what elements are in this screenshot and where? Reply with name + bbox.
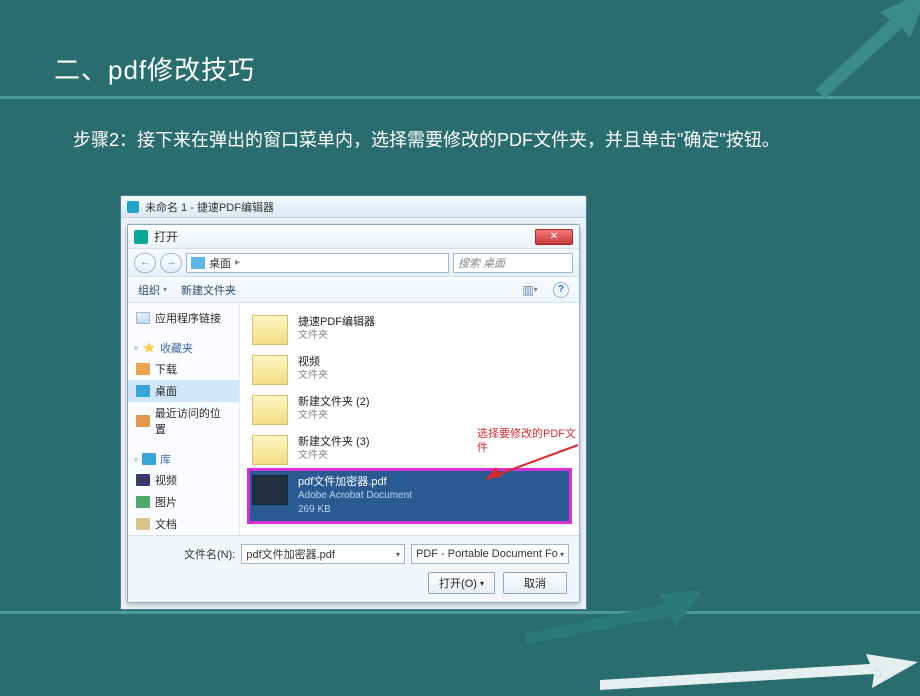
nav-group-library[interactable]: ▿库 bbox=[128, 446, 239, 469]
decor-arrow-top-right bbox=[810, 0, 920, 100]
nav-item-desktop[interactable]: 桌面 bbox=[128, 380, 239, 402]
help-icon: ? bbox=[558, 284, 564, 295]
slide-body-text: 步骤2：接下来在弹出的窗口菜单内，选择需要修改的PDF文件夹，并且单击"确定"按… bbox=[73, 126, 847, 154]
app-titlebar[interactable]: 未命名 1 - 捷速PDF编辑器 bbox=[121, 196, 586, 218]
dialog-icon bbox=[134, 230, 148, 244]
search-input[interactable]: 搜索 桌面 bbox=[453, 253, 573, 273]
open-button[interactable]: 打开(O) ▾ bbox=[428, 572, 495, 594]
arrow-right-icon: → bbox=[166, 257, 176, 268]
cancel-button[interactable]: 取消 bbox=[503, 572, 567, 594]
close-icon: ✕ bbox=[550, 231, 558, 242]
chevron-right-icon: ▸ bbox=[235, 257, 240, 268]
nav-item-recent[interactable]: 最近访问的位置 bbox=[128, 402, 239, 440]
download-icon bbox=[136, 363, 150, 375]
folder-icon bbox=[252, 355, 288, 385]
help-button[interactable]: ? bbox=[553, 282, 569, 298]
nav-item-video[interactable]: 视频 bbox=[128, 469, 239, 491]
callout-text: 选择要修改的PDF文件 bbox=[477, 427, 579, 455]
desktop-icon bbox=[136, 385, 150, 397]
filename-combo[interactable]: pdf文件加密器.pdf▾ bbox=[241, 544, 405, 564]
nav-back-button[interactable]: ← bbox=[134, 253, 156, 273]
caret-down-icon: ▾ bbox=[480, 579, 484, 588]
dialog-title-text: 打开 bbox=[154, 228, 529, 245]
nav-forward-button[interactable]: → bbox=[160, 253, 182, 273]
grid-icon: ▥ bbox=[522, 283, 533, 297]
dialog-footer: 文件名(N): pdf文件加密器.pdf▾ PDF - Portable Doc… bbox=[128, 535, 579, 602]
decor-arrow-bottom-2 bbox=[600, 646, 920, 696]
filter-combo[interactable]: PDF - Portable Document Fo▾ bbox=[411, 544, 569, 564]
folder-icon bbox=[252, 315, 288, 345]
nav-item-documents[interactable]: 文档 bbox=[128, 513, 239, 535]
app-title-text: 未命名 1 - 捷速PDF编辑器 bbox=[145, 199, 580, 215]
link-icon bbox=[136, 312, 150, 324]
file-list: 捷速PDF编辑器文件夹 视频文件夹 新建文件夹 (2)文件夹 新建文件夹 (3)… bbox=[240, 303, 579, 535]
nav-item-downloads[interactable]: 下载 bbox=[128, 358, 239, 380]
picture-icon bbox=[136, 496, 150, 508]
caret-down-icon: ▾ bbox=[163, 285, 167, 294]
triangle-down-icon: ▿ bbox=[134, 455, 138, 464]
folder-icon bbox=[252, 395, 288, 425]
dialog-toolbar: 组织▾ 新建文件夹 ▥▾ ? bbox=[128, 277, 579, 303]
breadcrumb-desktop: 桌面 bbox=[209, 255, 231, 271]
slide-title: 二、pdf修改技巧 bbox=[54, 50, 255, 87]
caret-down-icon: ▾ bbox=[396, 550, 400, 559]
recent-icon bbox=[136, 415, 150, 427]
dialog-titlebar[interactable]: 打开 ✕ bbox=[128, 225, 579, 249]
organize-menu[interactable]: 组织▾ bbox=[138, 282, 167, 298]
desktop-icon bbox=[191, 257, 205, 269]
file-item-folder[interactable]: 捷速PDF编辑器文件夹 bbox=[250, 311, 569, 349]
nav-item-app-links[interactable]: 应用程序链接 bbox=[128, 307, 239, 329]
decor-line-top bbox=[0, 96, 920, 99]
nav-tree: 应用程序链接 ▿收藏夹 下载 桌面 最近访问的位置 ▿库 视频 图片 文档 音乐 bbox=[128, 303, 240, 535]
app-icon bbox=[127, 201, 139, 213]
address-bar[interactable]: 桌面 ▸ bbox=[186, 253, 449, 273]
file-item-folder[interactable]: 视频文件夹 bbox=[250, 351, 569, 389]
nav-item-pictures[interactable]: 图片 bbox=[128, 491, 239, 513]
caret-down-icon: ▾ bbox=[534, 285, 538, 294]
caret-down-icon: ▾ bbox=[560, 550, 564, 559]
dialog-navrow: ← → 桌面 ▸ 搜索 桌面 bbox=[128, 249, 579, 277]
app-window: 未命名 1 - 捷速PDF编辑器 打开 ✕ ← → 桌面 ▸ 搜索 桌面 组织▾… bbox=[120, 195, 587, 610]
library-icon bbox=[142, 453, 156, 465]
view-options-button[interactable]: ▥▾ bbox=[521, 282, 539, 298]
pdf-icon bbox=[252, 475, 288, 505]
filename-label: 文件名(N): bbox=[184, 546, 235, 562]
file-item-folder[interactable]: 新建文件夹 (2)文件夹 bbox=[250, 391, 569, 429]
video-icon bbox=[136, 474, 150, 486]
star-icon bbox=[142, 342, 156, 354]
close-button[interactable]: ✕ bbox=[535, 229, 573, 245]
folder-icon bbox=[252, 435, 288, 465]
open-dialog: 打开 ✕ ← → 桌面 ▸ 搜索 桌面 组织▾ 新建文件夹 ▥▾ ? 应用程序链… bbox=[127, 224, 580, 603]
document-icon bbox=[136, 518, 150, 530]
dialog-body: 应用程序链接 ▿收藏夹 下载 桌面 最近访问的位置 ▿库 视频 图片 文档 音乐… bbox=[128, 303, 579, 535]
decor-line-bottom bbox=[0, 611, 920, 614]
nav-group-favorites[interactable]: ▿收藏夹 bbox=[128, 335, 239, 358]
triangle-down-icon: ▿ bbox=[134, 344, 138, 353]
page-number: 5 bbox=[874, 664, 882, 680]
arrow-left-icon: ← bbox=[140, 257, 150, 268]
new-folder-button[interactable]: 新建文件夹 bbox=[181, 282, 236, 298]
